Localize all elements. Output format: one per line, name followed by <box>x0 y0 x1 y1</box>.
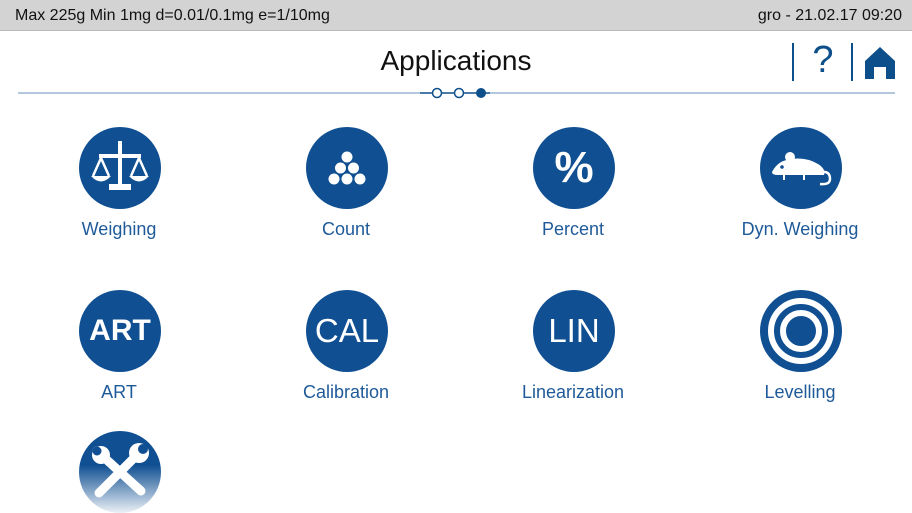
page-dot-active <box>476 88 486 98</box>
app-dyn-weighing[interactable]: Dyn. Weighing <box>690 127 910 257</box>
header-divider <box>792 43 794 81</box>
page-title: Applications <box>380 45 532 76</box>
page-dot <box>453 87 465 99</box>
app-settings[interactable] <box>9 431 229 513</box>
page-indicator <box>18 87 895 99</box>
app-label: Percent <box>541 219 605 239</box>
app-label: Linearization <box>521 382 625 402</box>
app-label: ART <box>101 382 137 402</box>
status-bar: Max 225g Min 1mg d=0.01/0.1mg e=1/10mg g… <box>0 0 912 31</box>
app-label: Weighing <box>81 219 157 239</box>
app-calibration[interactable]: CAL Calibration <box>236 290 456 420</box>
lin-glyph: LIN <box>548 312 600 349</box>
app-art[interactable]: ART ART <box>9 290 229 420</box>
app-label: Count <box>321 219 371 239</box>
app-percent[interactable]: % Percent <box>463 127 683 257</box>
cal-glyph: CAL <box>314 312 380 349</box>
user-datetime: gro - 21.02.17 09:20 <box>757 7 902 24</box>
header: Applications ? <box>0 31 912 103</box>
header-divider <box>851 43 853 81</box>
percent-icon: % <box>533 127 615 209</box>
art-icon: ART <box>79 290 161 372</box>
balance-spec: Max 225g Min 1mg d=0.01/0.1mg e=1/10mg <box>15 7 330 24</box>
app-linearization[interactable]: LIN Linearization <box>463 290 683 420</box>
percent-glyph: % <box>554 143 594 192</box>
lin-icon: LIN <box>533 290 615 372</box>
home-button[interactable] <box>860 43 900 81</box>
app-label: Calibration <box>302 382 390 402</box>
tools-icon <box>79 431 161 513</box>
art-glyph: ART <box>89 314 151 347</box>
app-levelling[interactable]: Levelling <box>690 290 910 420</box>
count-dots-icon <box>306 127 388 209</box>
page-dot <box>431 87 443 99</box>
cal-icon: CAL <box>306 290 388 372</box>
balance-scale-icon <box>79 127 161 209</box>
level-icon <box>760 290 842 372</box>
help-button[interactable]: ? <box>806 39 840 81</box>
home-icon <box>865 47 895 79</box>
app-count[interactable]: Count <box>236 127 456 257</box>
app-label: Levelling <box>764 382 836 402</box>
app-label: Dyn. Weighing <box>741 219 859 239</box>
mouse-icon <box>760 127 842 209</box>
app-weighing[interactable]: Weighing <box>9 127 229 257</box>
